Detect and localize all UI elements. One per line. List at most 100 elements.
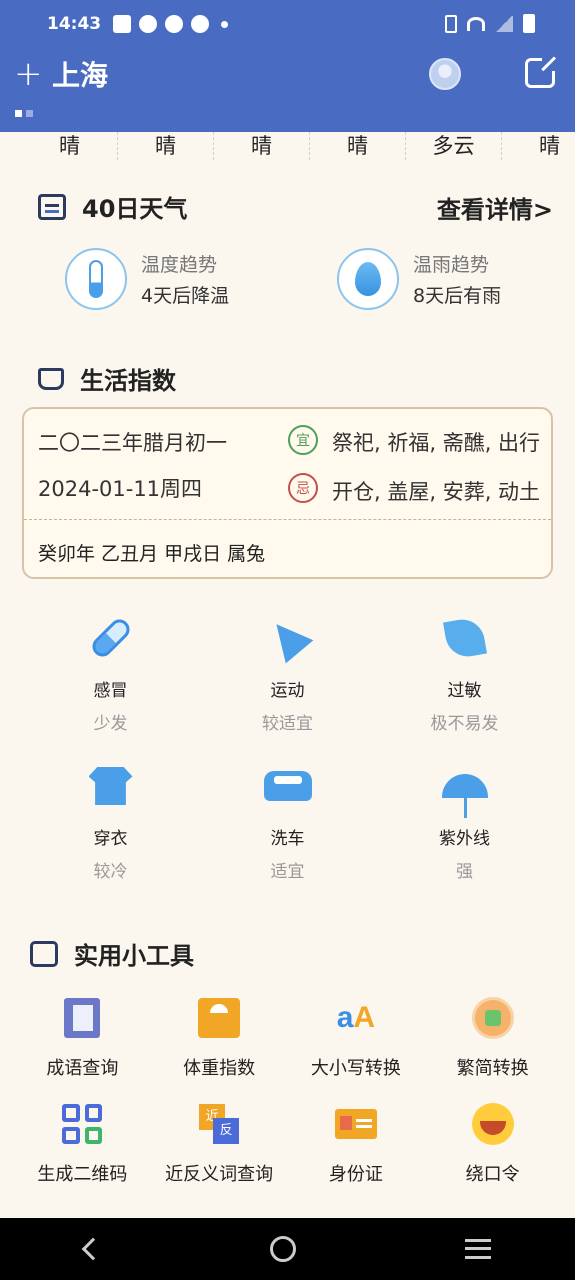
rain-trend-label: 温雨趋势	[413, 254, 490, 276]
tool-name: 生成二维码	[37, 1164, 128, 1185]
yi-stamp-icon: 宜	[288, 425, 318, 455]
page-dot	[26, 110, 33, 117]
tools-title: 实用小工具	[74, 942, 194, 970]
temp-trend[interactable]: 温度趋势 4天后降温	[65, 248, 229, 310]
shirt-icon	[85, 760, 137, 812]
menu-icon[interactable]	[464, 1239, 491, 1259]
rain-trend-value: 8天后有雨	[413, 285, 502, 307]
tools-header: 实用小工具	[30, 936, 194, 971]
tool-name: 绕口令	[465, 1164, 520, 1185]
life-index-title: 生活指数	[80, 367, 176, 395]
tool-name: 体重指数	[183, 1058, 256, 1079]
index-name: 运动	[270, 681, 305, 701]
day-weather[interactable]: 晴	[118, 132, 214, 160]
tool-idiom[interactable]: 成语查询	[14, 996, 151, 1080]
battery-icon	[523, 14, 535, 33]
index-value: 较适宜	[262, 714, 313, 734]
view-details-link[interactable]: 查看详情>	[437, 190, 553, 225]
synonym-icon	[197, 1102, 241, 1146]
index-uv[interactable]: 紫外线 强	[376, 760, 553, 882]
index-sport[interactable]: 运动 较适宜	[199, 612, 376, 734]
shuttlecock-icon	[262, 612, 314, 664]
rain-trend[interactable]: 温雨趋势 8天后有雨	[337, 248, 501, 310]
tool-name: 大小写转换	[310, 1058, 401, 1079]
temp-trend-value: 4天后降温	[141, 285, 230, 307]
day-weather[interactable]: 晴	[214, 132, 310, 160]
notification-icon	[165, 15, 184, 33]
index-name: 洗车	[270, 829, 305, 849]
app-header: 14:43 + 上海	[0, 0, 575, 132]
life-index-grid: 感冒 少发 运动 较适宜 过敏 极不易发 穿衣 较冷 洗车 适宜 紫外线 强	[22, 612, 553, 882]
life-index-header: 生活指数	[38, 361, 176, 396]
signal-icon	[495, 15, 513, 32]
tool-name: 身份证	[328, 1164, 383, 1185]
pill-icon	[85, 612, 137, 664]
vibrate-icon	[445, 14, 457, 33]
toolbox-icon	[30, 940, 58, 967]
tool-tongue-twister[interactable]: 绕口令	[424, 1102, 561, 1186]
index-name: 紫外线	[439, 829, 490, 849]
calendar-icon	[38, 193, 66, 220]
index-carwash[interactable]: 洗车 适宜	[199, 760, 376, 882]
index-value: 极不易发	[430, 714, 499, 734]
title-row: + 上海	[14, 52, 557, 96]
umbrella-icon	[439, 760, 491, 818]
thermometer-icon	[65, 248, 127, 310]
page-indicator	[15, 110, 33, 117]
notification-icon	[139, 15, 158, 33]
ganzhi-text: 癸卯年 乙丑月 甲戌日 属兔	[38, 543, 266, 565]
solar-date: 2024-01-11周四	[38, 477, 203, 501]
index-name: 感冒	[93, 681, 128, 701]
tool-case-convert[interactable]: aA 大小写转换	[288, 996, 425, 1080]
status-time: 14:43	[47, 14, 102, 34]
forty-day-title: 40日天气	[82, 195, 188, 223]
temp-trend-label: 温度趋势	[141, 254, 218, 276]
scale-icon	[197, 996, 241, 1040]
divider	[24, 519, 551, 520]
forty-day-header: 40日天气	[38, 189, 187, 224]
index-name: 过敏	[447, 681, 482, 701]
system-nav-bar	[0, 1218, 575, 1280]
tool-id-card[interactable]: 身份证	[288, 1102, 425, 1186]
almanac-card[interactable]: 二〇二三年腊月初一 2024-01-11周四 宜 祭祀, 祈福, 斋醮, 出行 …	[22, 407, 553, 579]
index-value: 较冷	[93, 862, 128, 882]
day-weather[interactable]: 多云	[406, 132, 502, 160]
qrcode-icon	[60, 1102, 104, 1146]
tool-bmi[interactable]: 体重指数	[151, 996, 288, 1080]
page-dot-active	[15, 110, 22, 117]
index-cold[interactable]: 感冒 少发	[22, 612, 199, 734]
car-icon	[262, 760, 314, 812]
book-icon	[60, 996, 104, 1040]
tool-trad-simp[interactable]: 繁简转换	[424, 996, 561, 1080]
tool-synonym[interactable]: 近反义词查询	[151, 1102, 288, 1186]
yi-activities: 祭祀, 祈福, 斋醮, 出行	[332, 431, 541, 455]
avatar[interactable]	[429, 58, 461, 90]
city-name[interactable]: 上海	[52, 54, 108, 94]
add-city-button[interactable]: +	[14, 57, 43, 91]
laughing-face-icon	[471, 1102, 515, 1146]
letter-case-icon: aA	[336, 1001, 376, 1034]
id-card-icon	[334, 1102, 378, 1146]
leaf-icon	[439, 612, 491, 664]
index-value: 适宜	[270, 862, 305, 882]
day-weather[interactable]: 晴	[502, 132, 575, 160]
index-name: 穿衣	[93, 829, 128, 849]
index-clothing[interactable]: 穿衣 较冷	[22, 760, 199, 882]
tools-grid: 成语查询 体重指数 aA 大小写转换 繁简转换 生成二维码 近反义词查询 身份证…	[14, 996, 561, 1186]
tool-name: 近反义词查询	[165, 1164, 274, 1185]
day-weather[interactable]: 晴	[22, 132, 118, 160]
tool-qrcode[interactable]: 生成二维码	[14, 1102, 151, 1186]
cup-icon	[38, 367, 64, 390]
day-weather[interactable]: 晴	[310, 132, 406, 160]
tool-name: 成语查询	[46, 1058, 119, 1079]
back-icon[interactable]	[81, 1237, 104, 1261]
notification-icon	[191, 15, 210, 33]
notification-icon	[113, 15, 132, 33]
index-value: 强	[456, 862, 473, 882]
daily-weather-strip[interactable]: 晴 晴 晴 晴 多云 晴	[22, 132, 575, 160]
index-allergy[interactable]: 过敏 极不易发	[376, 612, 553, 734]
home-icon[interactable]	[269, 1236, 296, 1262]
share-icon[interactable]	[525, 56, 557, 88]
ji-stamp-icon: 忌	[288, 473, 318, 503]
tool-name: 繁简转换	[456, 1058, 529, 1079]
